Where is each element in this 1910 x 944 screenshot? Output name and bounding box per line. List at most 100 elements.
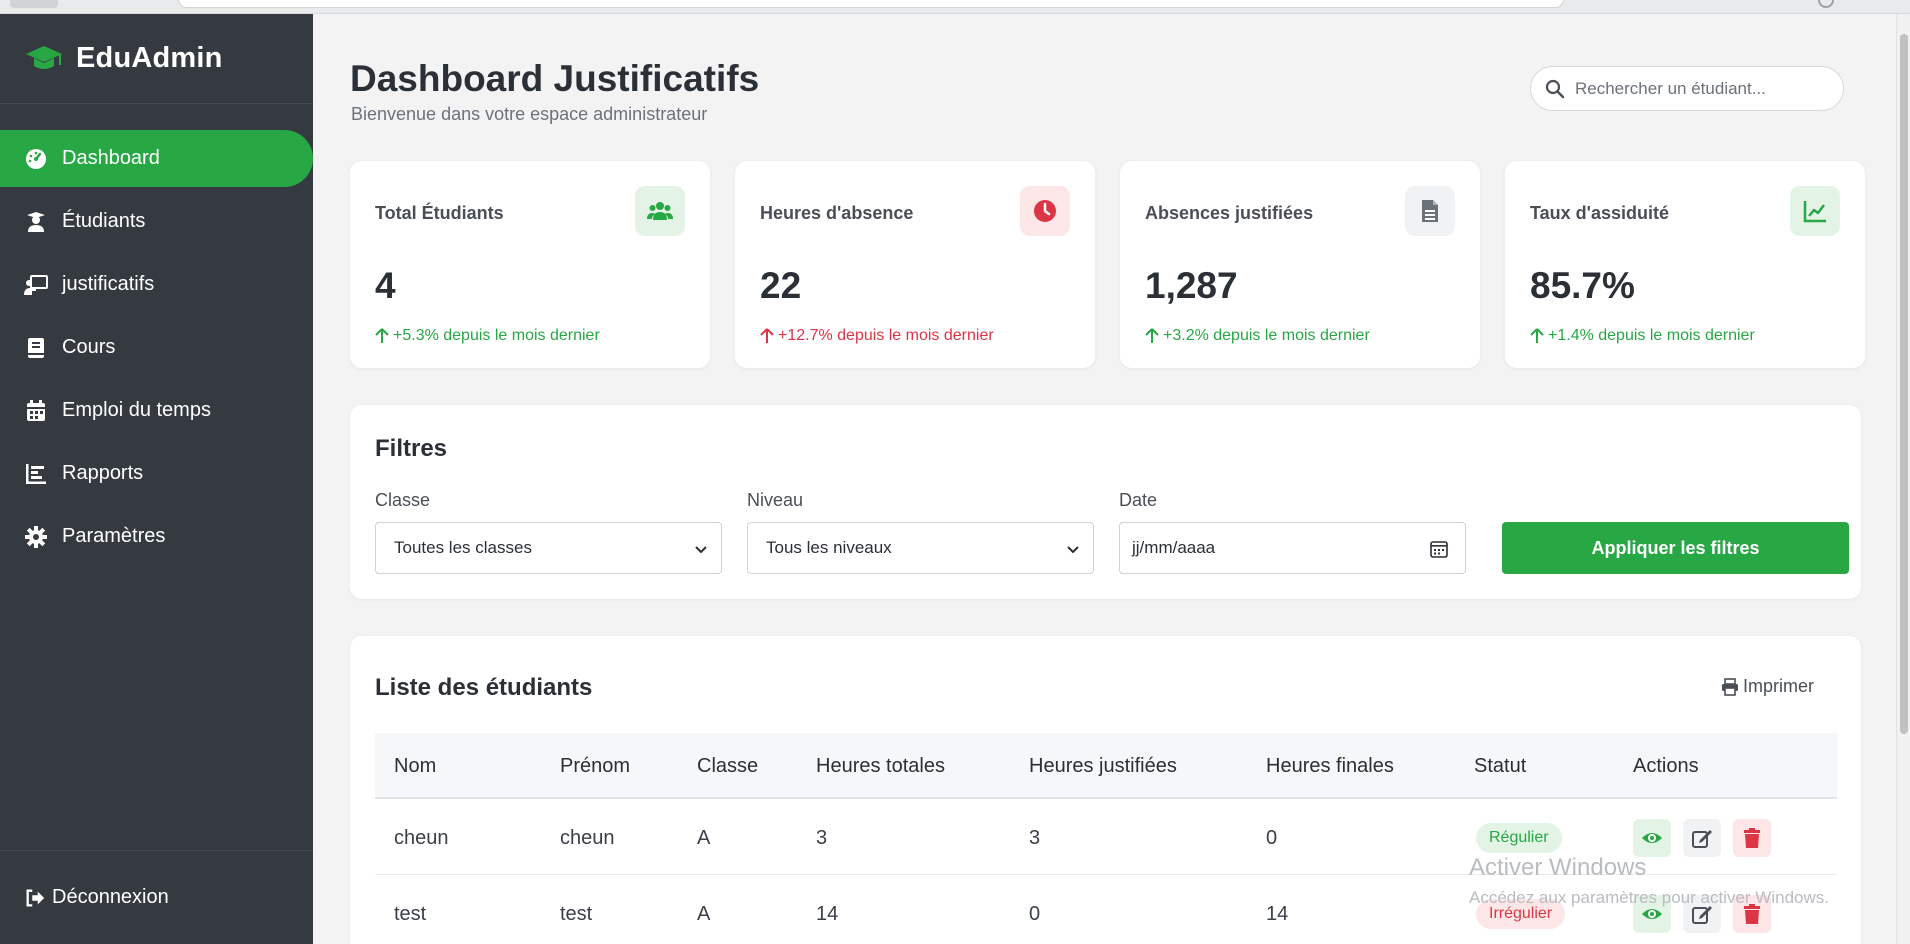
cell-heures-justifiees: 0 <box>1029 903 1041 925</box>
printer-icon <box>1722 677 1738 696</box>
edit-icon <box>1692 830 1712 848</box>
print-button[interactable]: Imprimer <box>1721 676 1814 697</box>
apply-filters-button[interactable]: Appliquer les filtres <box>1502 522 1849 574</box>
cell-heures-totales: 3 <box>816 827 828 849</box>
table-row[interactable]: cheun cheun A 3 3 0 Régulier <box>375 799 1837 875</box>
classe-select[interactable]: Toutes les classes <box>375 522 722 574</box>
teacher-board-icon <box>24 274 48 295</box>
sidebar-item-rapports[interactable]: Rapports <box>0 445 313 502</box>
stat-trend: +1.4% depuis le mois dernier <box>1530 327 1755 345</box>
edit-button[interactable] <box>1683 895 1721 933</box>
logout-label: Déconnexion <box>52 886 169 908</box>
brand[interactable]: EduAdmin <box>0 14 313 104</box>
sidebar-item-dashboard[interactable]: Dashboard <box>0 130 313 187</box>
student-icon <box>27 211 45 232</box>
search-icon <box>1545 79 1565 98</box>
stat-title: Total Étudiants <box>375 203 504 223</box>
arrow-up-icon <box>1145 328 1159 343</box>
cell-heures-justifiees: 3 <box>1029 827 1041 849</box>
sidebar-item-label: Paramètres <box>62 525 166 547</box>
stat-trend-text: +12.7% depuis le mois dernier <box>778 327 994 344</box>
filters-panel: Filtres Classe Toutes les classes Niveau… <box>350 405 1861 599</box>
search-input[interactable] <box>1575 78 1825 99</box>
browser-chrome <box>0 0 1910 14</box>
column-header-classe[interactable]: Classe <box>697 755 758 778</box>
stat-title: Taux d'assiduité <box>1530 203 1669 223</box>
sidebar: EduAdmin Dashboard Étudiants justificati… <box>0 14 313 944</box>
page-subtitle: Bienvenue dans votre espace administrate… <box>351 104 708 124</box>
sidebar-item-label: Emploi du temps <box>62 399 211 421</box>
stat-trend-text: +1.4% depuis le mois dernier <box>1548 327 1755 344</box>
line-chart-icon <box>1790 186 1840 236</box>
edit-button[interactable] <box>1683 819 1721 857</box>
print-label: Imprimer <box>1743 676 1814 696</box>
stat-card-total-etudiants: Total Étudiants 4 +5.3% depuis le mois d… <box>350 161 710 368</box>
column-header-statut[interactable]: Statut <box>1474 755 1526 778</box>
sidebar-item-label: justificatifs <box>62 273 155 295</box>
sidebar-item-justificatifs[interactable]: justificatifs <box>0 256 313 313</box>
stat-trend-text: +3.2% depuis le mois dernier <box>1163 327 1370 344</box>
arrow-up-icon <box>375 328 389 343</box>
sidebar-item-etudiants[interactable]: Étudiants <box>0 193 313 250</box>
address-bar[interactable] <box>178 0 1564 8</box>
date-label: Date <box>1119 490 1158 510</box>
stat-value: 22 <box>760 265 802 306</box>
table-row[interactable]: test test A 14 0 14 Irrégulier <box>375 875 1837 944</box>
sidebar-item-cours[interactable]: Cours <box>0 319 313 376</box>
profile-icon[interactable] <box>1818 0 1834 8</box>
view-button[interactable] <box>1633 819 1671 857</box>
arrow-up-icon <box>760 328 774 343</box>
page-scrollbar[interactable] <box>1896 14 1910 944</box>
edit-icon <box>1692 906 1712 924</box>
filters-title: Filtres <box>375 435 448 462</box>
column-header-nom[interactable]: Nom <box>394 755 436 778</box>
date-input-placeholder: jj/mm/aaaa <box>1132 538 1216 557</box>
classe-label: Classe <box>375 490 431 510</box>
cell-prenom: test <box>560 903 593 925</box>
calendar-icon <box>27 399 45 421</box>
search-box[interactable] <box>1530 66 1844 111</box>
sidebar-item-emploi-du-temps[interactable]: Emploi du temps <box>0 382 313 439</box>
niveau-select[interactable]: Tous les niveaux <box>747 522 1094 574</box>
cell-heures-finales: 0 <box>1266 827 1278 849</box>
delete-button[interactable] <box>1733 819 1771 857</box>
column-header-heures-finales[interactable]: Heures finales <box>1266 755 1394 778</box>
trash-icon <box>1744 904 1760 924</box>
sidebar-nav: Dashboard Étudiants justificatifs Cours … <box>0 130 313 565</box>
main-content: Dashboard Justificatifs Bienvenue dans v… <box>313 14 1910 944</box>
stat-trend: +5.3% depuis le mois dernier <box>375 327 600 345</box>
clock-icon <box>1020 186 1070 236</box>
stat-card-taux-assiduite: Taux d'assiduité 85.7% +1.4% depuis le m… <box>1505 161 1865 368</box>
table-header: Nom Prénom Classe Heures totales Heures … <box>375 733 1837 799</box>
view-button[interactable] <box>1633 895 1671 933</box>
stat-card-absences-justifiees: Absences justifiées 1,287 +3.2% depuis l… <box>1120 161 1480 368</box>
stat-title: Absences justifiées <box>1145 203 1314 223</box>
cell-heures-totales: 14 <box>816 903 839 925</box>
scrollbar-thumb[interactable] <box>1900 34 1908 734</box>
column-header-prenom[interactable]: Prénom <box>560 755 630 778</box>
chevron-down-icon <box>1067 546 1079 554</box>
stat-value: 85.7% <box>1530 265 1635 306</box>
logout-button[interactable]: Déconnexion <box>0 850 313 944</box>
sidebar-item-label: Étudiants <box>62 210 146 232</box>
column-header-heures-totales[interactable]: Heures totales <box>816 755 945 778</box>
stat-trend: +12.7% depuis le mois dernier <box>760 327 994 345</box>
trash-icon <box>1744 828 1760 848</box>
stat-card-heures-absence: Heures d'absence 22 +12.7% depuis le moi… <box>735 161 1095 368</box>
classe-select-value: Toutes les classes <box>394 538 532 557</box>
stat-value: 1,287 <box>1145 265 1238 306</box>
chevron-down-icon <box>695 546 707 554</box>
niveau-select-value: Tous les niveaux <box>766 538 892 557</box>
delete-button[interactable] <box>1733 895 1771 933</box>
calendar-icon[interactable] <box>1429 539 1449 559</box>
page-title: Dashboard Justificatifs <box>350 58 760 99</box>
cell-nom: test <box>394 903 427 925</box>
users-icon <box>635 186 685 236</box>
students-list-title: Liste des étudiants <box>375 674 593 701</box>
date-input[interactable]: jj/mm/aaaa <box>1119 522 1466 574</box>
eye-icon <box>1642 833 1662 843</box>
sidebar-item-parametres[interactable]: Paramètres <box>0 508 313 565</box>
browser-tab[interactable] <box>10 0 58 8</box>
logout-icon <box>26 889 45 906</box>
column-header-heures-justifiees[interactable]: Heures justifiées <box>1029 755 1177 778</box>
